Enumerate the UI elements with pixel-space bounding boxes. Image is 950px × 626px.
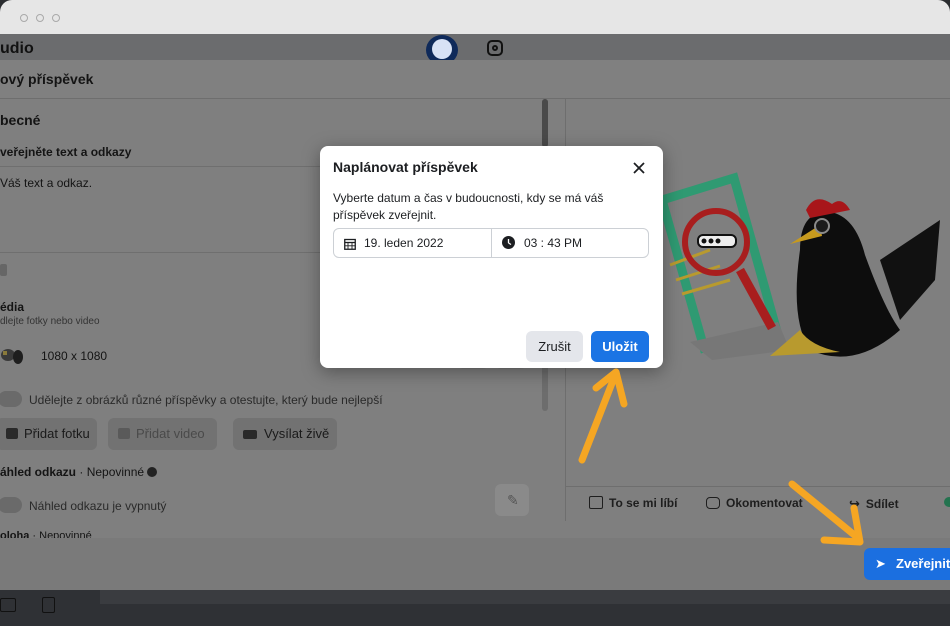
edit-link-button[interactable]: ✎ <box>495 484 529 516</box>
like-button[interactable]: To se mi líbí <box>589 496 677 510</box>
status-dot <box>944 497 950 507</box>
location-title: oloha <box>0 530 30 538</box>
annotation-arrow-publish <box>784 476 874 557</box>
thumbs-up-icon <box>589 496 603 509</box>
location-heading: oloha · Nepovinné <box>0 530 92 538</box>
save-button[interactable]: Uložit <box>591 331 649 362</box>
text-section-label: veřejněte text a odkazy <box>0 145 132 159</box>
link-preview-optional: · Nepovinné <box>79 465 145 479</box>
window-zoom-dot[interactable] <box>52 14 60 22</box>
comment-icon <box>706 497 720 509</box>
composer-header <box>0 60 950 99</box>
time-input[interactable]: 03 : 43 PM <box>524 236 582 250</box>
media-size-label: 1080 x 1080 <box>41 349 108 363</box>
pencil-icon: ✎ <box>507 492 519 508</box>
window-minimize-dot[interactable] <box>36 14 44 22</box>
phone-icon[interactable] <box>42 597 55 613</box>
dialog-description-line1: Vyberte datum a čas v budoucnosti, kdy s… <box>333 191 604 205</box>
add-photo-button[interactable]: Přidat fotku <box>0 418 97 450</box>
clock-icon <box>502 236 515 249</box>
ab-test-toggle[interactable] <box>0 391 22 407</box>
post-text-input[interactable]: Váš text a odkaz. <box>0 176 92 190</box>
send-icon: ➤ <box>875 556 886 571</box>
ab-test-label: Udělejte z obrázků různé příspěvky a ote… <box>29 393 383 407</box>
go-live-button[interactable]: Vysílat živě <box>233 418 337 450</box>
window-titlebar <box>0 0 950 34</box>
field-divider <box>491 229 492 257</box>
datetime-field: 19. leden 2022 03 : 43 PM <box>333 228 649 258</box>
annotation-arrow-save <box>574 366 634 471</box>
calendar-grid-icon[interactable] <box>0 598 16 612</box>
go-live-label: Vysílat živě <box>264 426 330 441</box>
close-icon[interactable] <box>630 159 648 177</box>
date-input[interactable]: 19. leden 2022 <box>364 236 443 250</box>
add-video-label: Přidat video <box>136 426 205 441</box>
media-subtitle: dlejte fotky nebo video <box>0 316 100 327</box>
post-action-bar: To se mi líbí Okomentovat ↪ Sdílet <box>565 486 950 521</box>
general-heading: becné <box>0 112 41 128</box>
info-icon[interactable] <box>147 467 158 477</box>
add-photo-icon <box>6 428 18 439</box>
publish-button[interactable]: ➤ Zveřejnit <box>864 548 950 580</box>
instagram-icon[interactable] <box>487 40 503 56</box>
dialog-description-line2: příspěvek zveřejnit. <box>333 208 437 222</box>
add-photo-label: Přidat fotku <box>24 426 90 441</box>
video-icon <box>118 428 130 439</box>
location-optional: · Nepovinné <box>32 530 92 538</box>
dialog-title: Naplánovat příspěvek <box>333 159 478 175</box>
media-thumbnail[interactable] <box>0 345 24 365</box>
link-preview-toggle-label: Náhled odkazu je vypnutý <box>29 499 167 513</box>
app-window: udio ový příspěvek becné veřejněte text … <box>0 0 950 626</box>
composer-scroll-thumb[interactable] <box>542 99 548 147</box>
calendar-icon <box>344 237 356 250</box>
top-bar <box>0 34 950 60</box>
like-label: To se mi líbí <box>609 496 678 510</box>
add-video-button[interactable]: Přidat video <box>108 418 217 450</box>
preview-illustration <box>650 170 950 375</box>
footer-tab-strip <box>100 590 950 604</box>
link-preview-title: áhled odkazu <box>0 465 77 479</box>
cancel-button[interactable]: Zrušit <box>526 331 583 362</box>
window-close-dot[interactable] <box>20 14 28 22</box>
publish-label: Zveřejnit <box>896 556 950 571</box>
live-icon <box>243 430 257 439</box>
emoji-icon[interactable] <box>0 264 7 276</box>
link-preview-heading: áhled odkazu · Nepovinné <box>0 465 158 479</box>
page-title: ový příspěvek <box>0 71 94 87</box>
link-preview-toggle[interactable] <box>0 497 22 513</box>
app-title: udio <box>0 40 34 57</box>
media-heading: édia <box>0 300 25 314</box>
schedule-post-dialog: Naplánovat příspěvek Vyberte datum a čas… <box>320 146 663 368</box>
